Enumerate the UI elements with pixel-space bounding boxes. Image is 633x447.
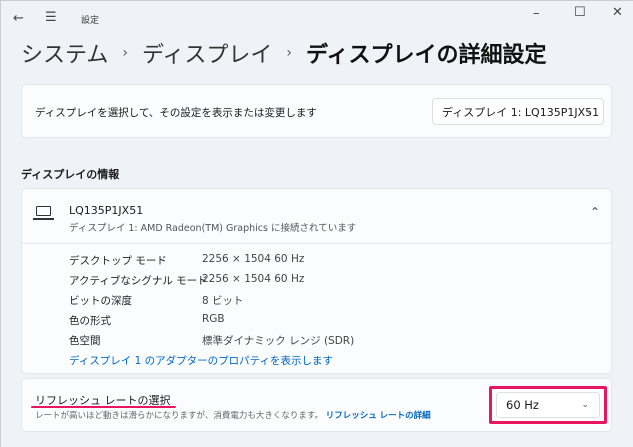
- breadcrumb-display[interactable]: ディスプレイ: [142, 37, 272, 69]
- chevron-down-icon: ⌄: [581, 400, 589, 410]
- info-label: 色の形式: [69, 315, 111, 327]
- display-name: LQ135P1JX51: [69, 204, 144, 217]
- display-info-header[interactable]: LQ135P1JX51 ディスプレイ 1: AMD Radeon(TM) Gra…: [22, 189, 611, 244]
- chevron-down-icon: ⌄: [585, 106, 593, 117]
- display-info-card: LQ135P1JX51 ディスプレイ 1: AMD Radeon(TM) Gra…: [21, 188, 612, 374]
- refresh-rate-card: リフレッシュ レートの選択 レートが高いほど動きは滑らかになりますが、消費電力も…: [21, 378, 612, 432]
- highlight-underline: [31, 406, 176, 408]
- info-value: 8 ビット: [202, 295, 244, 307]
- chevron-right-icon: ›: [122, 45, 128, 61]
- close-button[interactable]: ✕: [612, 5, 623, 20]
- info-label: 色空間: [69, 335, 101, 347]
- breadcrumb: システム › ディスプレイ › ディスプレイの詳細設定: [21, 37, 547, 69]
- display-select-card: ディスプレイを選択して、その設定を表示または変更します ディスプレイ 1: LQ…: [21, 84, 612, 138]
- page-title: ディスプレイの詳細設定: [306, 43, 547, 68]
- info-label: デスクトップ モード: [69, 255, 167, 267]
- app-title: 設定: [81, 16, 100, 26]
- display-dropdown[interactable]: ディスプレイ 1: LQ135P1JX51 ⌄: [432, 98, 604, 125]
- info-label: ビットの深度: [69, 295, 132, 307]
- hamburger-icon[interactable]: ☰: [45, 10, 57, 25]
- refresh-rate-details-link[interactable]: リフレッシュ レートの詳細: [326, 411, 431, 421]
- laptop-icon: [36, 206, 51, 216]
- section-title: ディスプレイの情報: [21, 168, 120, 181]
- minimize-button[interactable]: –: [533, 6, 540, 21]
- info-value: RGB: [202, 313, 225, 325]
- chevron-right-icon: ›: [286, 45, 293, 61]
- adapter-properties-link[interactable]: ディスプレイ 1 のアダプターのプロパティを表示します: [69, 353, 333, 368]
- display-subtitle: ディスプレイ 1: AMD Radeon(TM) Graphics に接続されて…: [69, 223, 357, 234]
- chevron-up-icon[interactable]: ⌃: [590, 205, 600, 219]
- info-label: アクティブなシグナル モード: [69, 275, 208, 287]
- display-dropdown-value: ディスプレイ 1: LQ135P1JX51: [442, 105, 600, 119]
- refresh-rate-value: 60 Hz: [506, 398, 539, 412]
- maximize-button[interactable]: ☐: [574, 5, 586, 20]
- back-icon[interactable]: ←: [13, 11, 24, 26]
- breadcrumb-system[interactable]: システム: [21, 37, 108, 69]
- refresh-rate-description: レートが高いほど動きは滑らかになりますが、消費電力も大きくなります。: [35, 411, 323, 421]
- refresh-rate-dropdown[interactable]: 60 Hz ⌄: [496, 392, 600, 418]
- display-select-label: ディスプレイを選択して、その設定を表示または変更します: [35, 107, 317, 119]
- info-value: 2256 × 1504 60 Hz: [202, 273, 305, 285]
- info-value: 2256 × 1504 60 Hz: [202, 253, 305, 265]
- info-value: 標準ダイナミック レンジ (SDR): [202, 335, 355, 347]
